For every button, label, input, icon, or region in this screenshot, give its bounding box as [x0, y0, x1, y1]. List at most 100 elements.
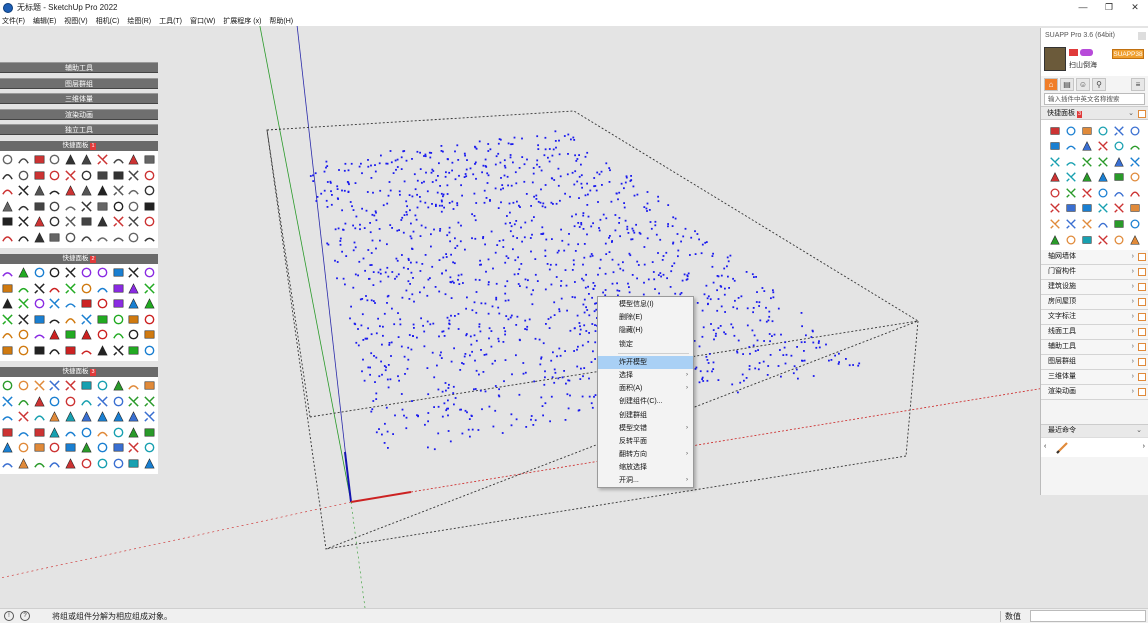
- tool-icon[interactable]: [48, 425, 62, 439]
- tool-icon[interactable]: [1080, 217, 1094, 231]
- tool-icon[interactable]: [48, 441, 62, 455]
- tool-icon[interactable]: [1064, 217, 1078, 231]
- tool-icon[interactable]: [111, 199, 125, 213]
- tool-icon[interactable]: [48, 281, 62, 295]
- tool-icon[interactable]: [1112, 233, 1126, 247]
- tool-icon[interactable]: [95, 168, 109, 182]
- tool-icon[interactable]: [48, 410, 62, 424]
- tool-icon[interactable]: [1048, 170, 1062, 184]
- suapp-close-button[interactable]: [1138, 32, 1146, 40]
- tool-icon[interactable]: [32, 230, 46, 244]
- tool-icon[interactable]: [79, 312, 93, 326]
- tool-icon[interactable]: [143, 425, 157, 439]
- tool-icon[interactable]: [143, 343, 157, 357]
- tool-icon[interactable]: [1048, 155, 1062, 169]
- tool-icon[interactable]: [1064, 233, 1078, 247]
- tool-icon[interactable]: [1096, 233, 1110, 247]
- tool-icon[interactable]: [1096, 139, 1110, 153]
- tool-icon[interactable]: [16, 199, 30, 213]
- tool-icon[interactable]: [95, 394, 109, 408]
- tool-icon[interactable]: [32, 328, 46, 342]
- context-menu-item[interactable]: 模型交错 ›: [598, 422, 693, 435]
- tool-icon[interactable]: [1064, 155, 1078, 169]
- tool-icon[interactable]: [16, 379, 30, 393]
- tool-icon[interactable]: [1, 456, 15, 470]
- tool-icon[interactable]: [127, 297, 141, 311]
- suapp-category-item[interactable]: 图层群组 ›: [1041, 354, 1148, 370]
- tool-icon[interactable]: [64, 168, 78, 182]
- tool-icon[interactable]: [111, 441, 125, 455]
- tool-icon[interactable]: [127, 153, 141, 167]
- suapp-category-item[interactable]: 三维体量 ›: [1041, 369, 1148, 385]
- context-menu-item[interactable]: 炸开模型: [598, 355, 693, 369]
- tool-icon[interactable]: [1128, 124, 1142, 138]
- tool-icon[interactable]: [48, 153, 62, 167]
- tool-icon[interactable]: [16, 456, 30, 470]
- tool-icon[interactable]: [32, 199, 46, 213]
- tool-icon[interactable]: [111, 230, 125, 244]
- suapp-category-item[interactable]: 线面工具 ›: [1041, 324, 1148, 340]
- tool-icon[interactable]: [1, 328, 15, 342]
- pin-icon[interactable]: [1138, 327, 1146, 336]
- tool-icon[interactable]: [79, 230, 93, 244]
- menu-view[interactable]: 视图(V): [64, 16, 87, 26]
- close-button[interactable]: ✕: [1122, 0, 1148, 15]
- suapp-category-item[interactable]: 辅助工具 ›: [1041, 339, 1148, 355]
- tool-icon[interactable]: [48, 184, 62, 198]
- menu-window[interactable]: 窗口(W): [190, 16, 215, 26]
- tool-icon[interactable]: [143, 199, 157, 213]
- tool-icon[interactable]: [95, 343, 109, 357]
- tray-button-layers-groups[interactable]: 图层群组: [0, 78, 158, 89]
- tool-icon[interactable]: [64, 230, 78, 244]
- tray-button-3d-volume[interactable]: 三维体量: [0, 93, 158, 104]
- tool-icon[interactable]: [64, 425, 78, 439]
- context-menu-item[interactable]: 创建群组: [598, 409, 693, 422]
- pin-icon[interactable]: [1138, 387, 1146, 396]
- 3d-viewport[interactable]: 辅助工具 图层群组 三维体量 渲染动画 独立工具 快捷面板 1 快捷面板 2 快捷面…: [0, 26, 1148, 608]
- tool-icon[interactable]: [1048, 139, 1062, 153]
- tool-icon[interactable]: [64, 199, 78, 213]
- tool-icon[interactable]: [79, 281, 93, 295]
- tool-icon[interactable]: [143, 153, 157, 167]
- tool-icon[interactable]: [32, 281, 46, 295]
- tool-icon[interactable]: [79, 297, 93, 311]
- tool-icon[interactable]: [143, 281, 157, 295]
- user-name[interactable]: 扫山倒海: [1069, 60, 1097, 70]
- tool-icon[interactable]: [32, 441, 46, 455]
- pin-icon[interactable]: [1138, 267, 1146, 276]
- tool-icon[interactable]: [32, 379, 46, 393]
- pin-icon[interactable]: [1138, 110, 1146, 118]
- tool-icon[interactable]: [1064, 124, 1078, 138]
- tool-icon[interactable]: [48, 297, 62, 311]
- tool-icon[interactable]: [1, 343, 15, 357]
- tool-icon[interactable]: [16, 184, 30, 198]
- tool-icon[interactable]: [1, 153, 15, 167]
- tool-icon[interactable]: [1, 394, 15, 408]
- tool-icon[interactable]: [1064, 201, 1078, 215]
- tool-icon[interactable]: [64, 266, 78, 280]
- tool-icon[interactable]: [64, 312, 78, 326]
- tool-icon[interactable]: [1048, 124, 1062, 138]
- suapp-category-item[interactable]: 轴网墙体 ›: [1041, 249, 1148, 265]
- tool-icon[interactable]: [79, 441, 93, 455]
- tool-icon[interactable]: [1112, 186, 1126, 200]
- menu-help[interactable]: 帮助(H): [269, 16, 293, 26]
- tool-icon[interactable]: [1064, 186, 1078, 200]
- tool-icon[interactable]: [48, 312, 62, 326]
- tool-icon[interactable]: [1096, 217, 1110, 231]
- tool-icon[interactable]: [1096, 170, 1110, 184]
- tool-icon[interactable]: [1048, 233, 1062, 247]
- tool-icon[interactable]: [1080, 155, 1094, 169]
- tool-icon[interactable]: [1, 379, 15, 393]
- tool-icon[interactable]: [64, 441, 78, 455]
- tool-icon[interactable]: [48, 379, 62, 393]
- tool-icon[interactable]: [16, 215, 30, 229]
- menu-extensions[interactable]: 扩展程序 (x): [223, 16, 261, 26]
- tool-icon[interactable]: [32, 266, 46, 280]
- tool-icon[interactable]: [95, 312, 109, 326]
- tool-icon[interactable]: [64, 153, 78, 167]
- tool-icon[interactable]: [111, 312, 125, 326]
- tool-icon[interactable]: [95, 184, 109, 198]
- tool-icon[interactable]: [111, 266, 125, 280]
- plugin-search-input[interactable]: 输入插件中英文名称搜索: [1044, 93, 1145, 105]
